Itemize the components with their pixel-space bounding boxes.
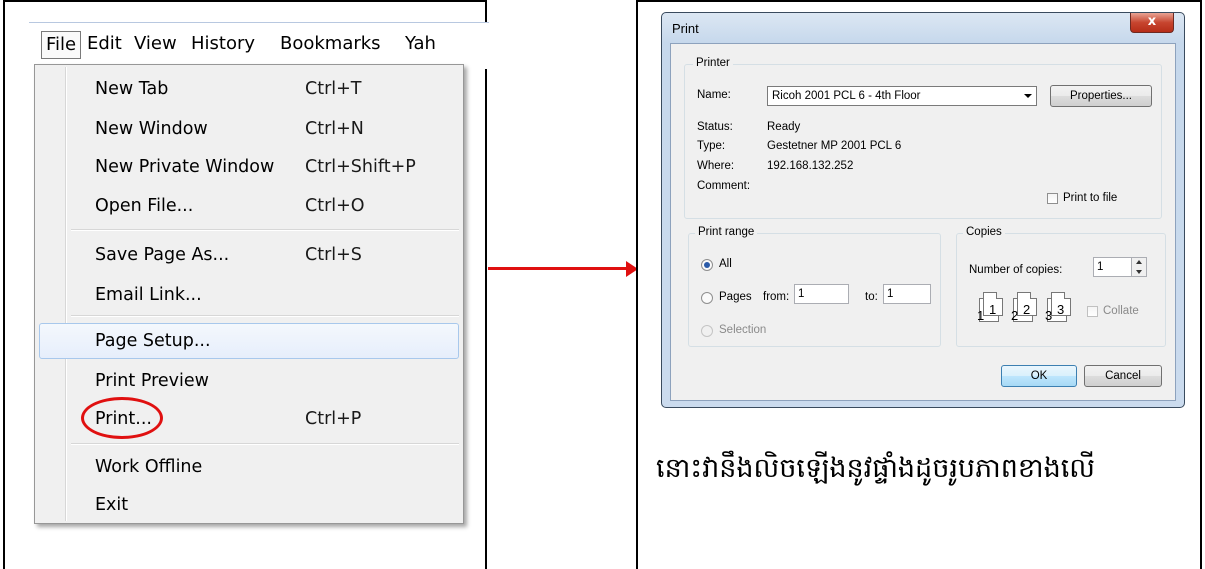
collate-page-1b: 1 (989, 302, 997, 317)
print-to-file-label: Print to file (1063, 192, 1118, 204)
menu-separator (71, 443, 459, 445)
collate-page-1a: 1 (977, 308, 985, 323)
menu-separator (71, 229, 459, 231)
menu-yahoo[interactable]: Yah (405, 33, 436, 54)
caption-text: នោះវានឹងលិចឡើងនូវផ្ទាំងដូចរូបភាពខាងលើ (656, 453, 1096, 484)
close-button[interactable]: x (1130, 13, 1174, 33)
shortcut-save-page-as: Ctrl+S (305, 245, 362, 265)
menu-item-new-tab[interactable]: New Tab (95, 79, 168, 99)
menu-item-email-link[interactable]: Email Link... (95, 285, 202, 305)
shortcut-open-file: Ctrl+O (305, 196, 365, 216)
print-dialog: Print x Printer Name: Ricoh 2001 PCL 6 -… (661, 12, 1185, 408)
chevron-down-icon (1024, 94, 1032, 98)
copies-spinner[interactable] (1131, 257, 1147, 277)
radio-selection[interactable] (701, 325, 713, 337)
type-value: Gestetner MP 2001 PCL 6 (767, 140, 902, 152)
collate-page-2a: 2 (1011, 308, 1019, 323)
shortcut-new-window: Ctrl+N (305, 119, 364, 139)
radio-all[interactable] (701, 259, 713, 271)
menu-item-print-preview[interactable]: Print Preview (95, 371, 209, 391)
printer-group: Printer Name: Ricoh 2001 PCL 6 - 4th Flo… (684, 57, 1162, 219)
menu-item-save-page-as[interactable]: Save Page As... (95, 245, 229, 265)
copies-legend: Copies (963, 226, 1005, 238)
menu-view[interactable]: View (134, 33, 177, 54)
from-input[interactable]: 1 (794, 284, 849, 304)
menu-bar: File Edit View History Bookmarks Yah (29, 22, 489, 69)
menu-item-exit[interactable]: Exit (95, 495, 128, 515)
where-value: 192.168.132.252 (767, 160, 854, 172)
red-circle-annotation (81, 397, 163, 439)
shortcut-new-private-window: Ctrl+Shift+P (305, 157, 416, 177)
menu-item-open-file[interactable]: Open File... (95, 196, 193, 216)
menu-history[interactable]: History (191, 33, 255, 54)
menu-separator (71, 315, 459, 317)
print-range-group: Print range All Pages from: 1 to: 1 Sele… (688, 226, 941, 347)
dialog-client: Printer Name: Ricoh 2001 PCL 6 - 4th Flo… (670, 43, 1176, 401)
status-label: Status: (697, 121, 733, 133)
ok-button[interactable]: OK (1001, 365, 1077, 387)
radio-selection-label: Selection (719, 324, 767, 336)
comment-label: Comment: (697, 180, 751, 192)
menu-item-new-window[interactable]: New Window (95, 119, 208, 139)
collate-label: Collate (1103, 305, 1139, 317)
properties-button[interactable]: Properties... (1050, 85, 1152, 107)
copies-group: Copies Number of copies: 1 1 1 2 2 3 3 C… (956, 226, 1166, 347)
where-label: Where: (697, 160, 735, 172)
file-menu: New Tab Ctrl+T New Window Ctrl+N New Pri… (34, 64, 464, 524)
dialog-title: Print (672, 21, 699, 36)
printer-group-legend: Printer (693, 57, 733, 69)
name-label: Name: (697, 89, 731, 101)
radio-all-label: All (719, 258, 732, 270)
printer-name-select[interactable]: Ricoh 2001 PCL 6 - 4th Floor (767, 86, 1037, 106)
menu-bookmarks[interactable]: Bookmarks (280, 33, 381, 54)
menu-file[interactable]: File (41, 31, 82, 59)
shortcut-new-tab: Ctrl+T (305, 79, 362, 99)
collate-page-3b: 3 (1057, 302, 1065, 317)
menu-item-work-offline[interactable]: Work Offline (95, 457, 202, 477)
from-label: from: (763, 291, 790, 303)
cancel-button[interactable]: Cancel (1084, 365, 1162, 387)
menu-item-page-setup[interactable]: Page Setup... (95, 331, 211, 351)
collate-page-2b: 2 (1023, 302, 1031, 317)
print-range-legend: Print range (695, 226, 758, 238)
menu-gutter (65, 67, 66, 521)
shortcut-print: Ctrl+P (305, 409, 362, 429)
number-of-copies-label: Number of copies: (969, 264, 1063, 276)
status-value: Ready (767, 121, 801, 133)
radio-pages-label: Pages (719, 291, 752, 303)
arrow-line (488, 267, 630, 270)
print-to-file-checkbox[interactable] (1047, 193, 1058, 204)
to-label: to: (865, 291, 878, 303)
collate-page-3a: 3 (1045, 308, 1053, 323)
collate-checkbox[interactable] (1087, 306, 1098, 317)
radio-pages[interactable] (701, 292, 713, 304)
printer-name-value: Ricoh 2001 PCL 6 - 4th Floor (772, 90, 921, 102)
menu-item-new-private-window[interactable]: New Private Window (95, 157, 274, 177)
menu-edit[interactable]: Edit (87, 33, 122, 54)
type-label: Type: (697, 140, 726, 152)
to-input[interactable]: 1 (883, 284, 931, 304)
